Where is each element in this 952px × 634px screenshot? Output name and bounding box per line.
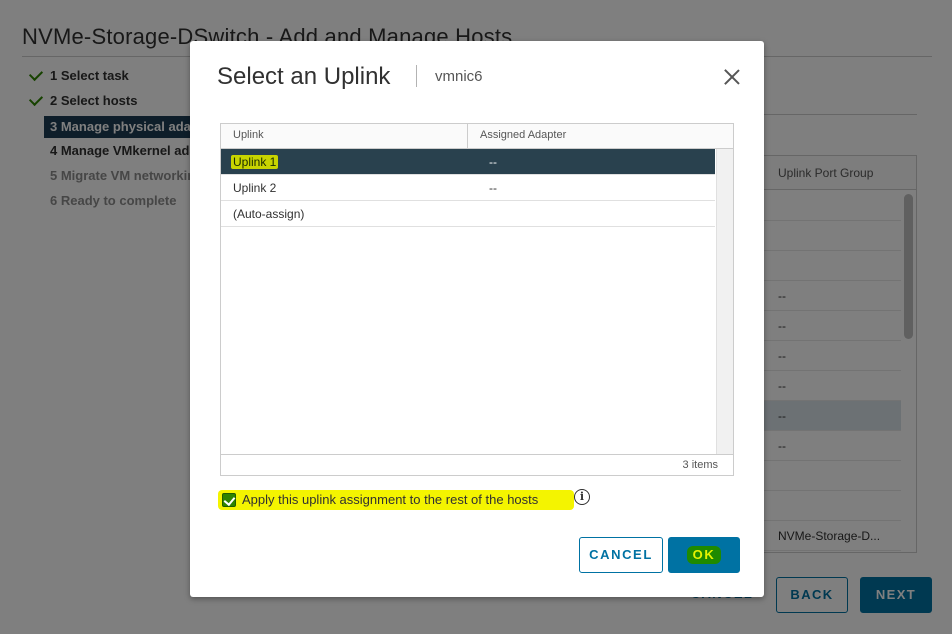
grid-scrollbar[interactable] [716,149,733,454]
apply-to-all-hosts-option: Apply this uplink assignment to the rest… [218,490,588,510]
column-divider[interactable] [467,124,468,149]
uplink-grid: Uplink Assigned Adapter Uplink 1 -- Upli… [220,123,734,476]
apply-to-all-hosts-label[interactable]: Apply this uplink assignment to the rest… [242,492,538,507]
row-uplink-name: Uplink 1 [231,155,279,169]
row-uplink-name: Uplink 2 [233,181,277,195]
dialog-title: Select an Uplink [217,63,391,90]
close-icon[interactable] [722,67,742,87]
grid-footer: 3 items [221,454,733,475]
column-assigned-adapter[interactable]: Assigned Adapter [480,129,566,141]
item-count: 3 items [682,459,718,471]
title-separator [416,65,417,87]
cancel-button[interactable]: CANCEL [579,537,663,573]
uplink-row-uplink-2[interactable]: Uplink 2 -- [221,175,715,201]
row-assigned-adapter: -- [489,155,497,169]
row-uplink-name: (Auto-assign) [233,207,305,221]
select-uplink-dialog: Select an Uplink vmnic6 Uplink Assigned … [190,41,764,597]
apply-to-all-hosts-checkbox[interactable] [222,493,236,507]
info-icon[interactable]: i [574,489,590,505]
uplink-row-auto-assign[interactable]: (Auto-assign) [221,201,715,227]
uplink-row-uplink-1[interactable]: Uplink 1 -- [221,149,715,175]
grid-body: Uplink 1 -- Uplink 2 -- (Auto-assign) [221,149,716,454]
dialog-subtitle: vmnic6 [435,68,483,85]
ok-button[interactable]: OK [668,537,740,573]
column-uplink[interactable]: Uplink [233,129,264,141]
ok-button-label: OK [686,546,722,564]
grid-header: Uplink Assigned Adapter [221,124,733,149]
row-assigned-adapter: -- [489,181,497,195]
